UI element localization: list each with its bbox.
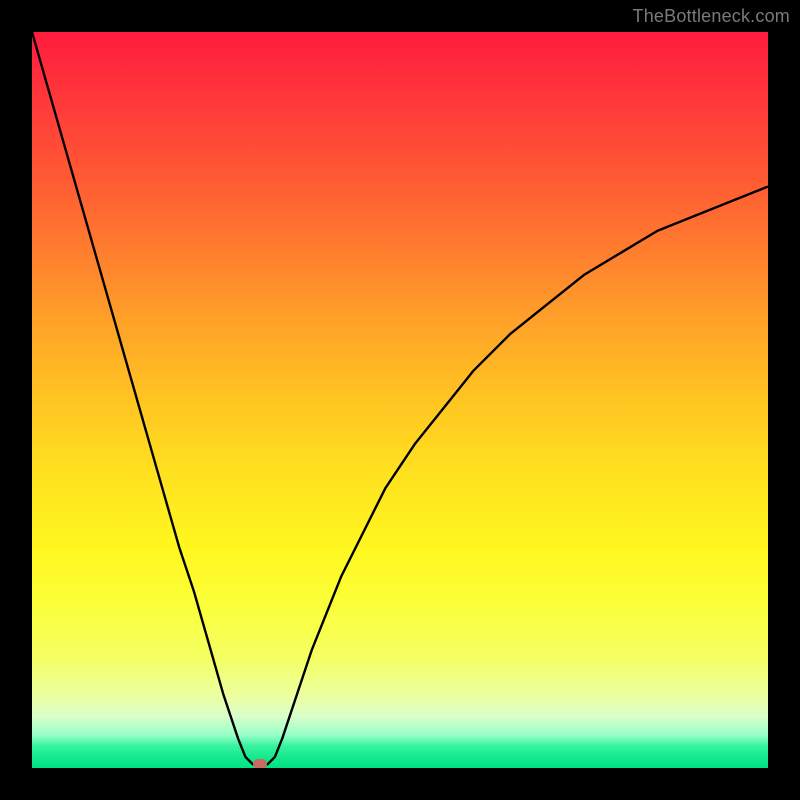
plot-area bbox=[32, 32, 768, 768]
chart-stage: TheBottleneck.com bbox=[0, 0, 800, 800]
optimum-marker bbox=[253, 759, 267, 768]
watermark-text: TheBottleneck.com bbox=[633, 6, 790, 27]
curve-layer bbox=[32, 32, 768, 768]
bottleneck-curve bbox=[32, 32, 768, 764]
